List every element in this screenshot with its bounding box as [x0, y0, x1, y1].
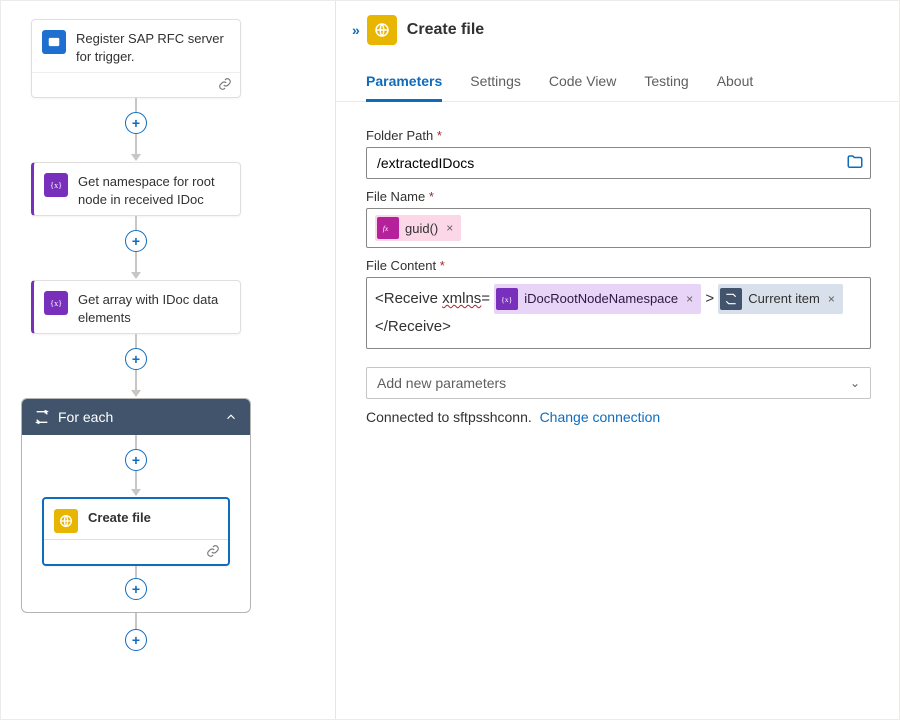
step-title: Create file [88, 509, 151, 527]
remove-token-icon[interactable]: × [444, 221, 455, 235]
link-icon [206, 544, 220, 558]
add-step-button[interactable]: + [125, 112, 147, 134]
svg-text:{x}: {x} [501, 295, 512, 304]
variable-icon: {x} [44, 173, 68, 197]
token-guid[interactable]: fx guid() × [375, 215, 461, 241]
remove-token-icon[interactable]: × [684, 286, 695, 312]
add-step-button[interactable]: + [125, 629, 147, 651]
folder-path-value[interactable] [375, 154, 862, 172]
xml-text: <Receive [375, 290, 442, 307]
tab-about[interactable]: About [717, 73, 754, 101]
tab-testing[interactable]: Testing [644, 73, 688, 101]
file-content-label: File Content * [366, 258, 871, 273]
tab-settings[interactable]: Settings [470, 73, 521, 101]
xml-text: xmlns [442, 290, 481, 307]
token-current-item[interactable]: Current item × [718, 284, 843, 314]
chevron-down-icon: ⌄ [850, 376, 860, 390]
file-name-input[interactable]: fx guid() × [366, 208, 871, 248]
file-content-input[interactable]: <Receive xmlns= {x} iDocRootNodeNamespac… [366, 277, 871, 349]
arrow-down-icon [131, 272, 141, 280]
details-panel: » Create file Parameters Settings Code V… [336, 1, 899, 719]
folder-path-label: Folder Path * [366, 128, 871, 143]
collapse-icon[interactable] [224, 410, 238, 424]
arrow-down-icon [131, 489, 141, 497]
step-get-namespace[interactable]: {x} Get namespace for root node in recei… [31, 162, 241, 216]
token-namespace[interactable]: {x} iDocRootNodeNamespace × [494, 284, 701, 314]
fx-icon: fx [377, 217, 399, 239]
panel-tabs: Parameters Settings Code View Testing Ab… [336, 53, 899, 102]
file-globe-icon [367, 15, 397, 45]
panel-title: Create file [407, 21, 484, 39]
variable-icon: {x} [496, 288, 518, 310]
loop-icon [720, 288, 742, 310]
foreach-title: For each [58, 409, 216, 425]
svg-text:fx: fx [383, 224, 389, 233]
add-parameters-dropdown[interactable]: Add new parameters ⌄ [366, 367, 871, 399]
sap-icon [42, 30, 66, 54]
file-name-label: File Name * [366, 189, 871, 204]
step-register-sap-rfc[interactable]: Register SAP RFC server for trigger. [31, 19, 241, 98]
folder-path-input[interactable] [366, 147, 871, 179]
variable-icon: {x} [44, 291, 68, 315]
xml-text: </Receive> [375, 318, 451, 335]
step-title: Register SAP RFC server for trigger. [76, 30, 230, 66]
connection-info: Connected to sftpsshconn. Change connect… [366, 409, 871, 425]
folder-picker-icon[interactable] [846, 153, 864, 171]
add-step-button[interactable]: + [125, 348, 147, 370]
step-foreach[interactable]: For each + Create file [21, 398, 251, 613]
add-step-button[interactable]: + [125, 230, 147, 252]
step-title: Get array with IDoc data elements [78, 291, 230, 327]
svg-text:{x}: {x} [50, 299, 62, 308]
change-connection-link[interactable]: Change connection [540, 409, 661, 425]
link-icon [218, 77, 232, 91]
step-title: Get namespace for root node in received … [78, 173, 230, 209]
arrow-down-icon [131, 154, 141, 162]
arrow-down-icon [131, 390, 141, 398]
svg-text:{x}: {x} [50, 181, 62, 190]
xml-text: = [481, 290, 490, 307]
step-create-file-selected[interactable]: Create file [42, 497, 230, 566]
step-get-array[interactable]: {x} Get array with IDoc data elements [31, 280, 241, 334]
collapse-panel-button[interactable]: » [352, 22, 357, 38]
remove-token-icon[interactable]: × [826, 286, 837, 312]
tab-codeview[interactable]: Code View [549, 73, 616, 101]
add-step-button[interactable]: + [125, 449, 147, 471]
xml-text: > [705, 290, 718, 307]
add-step-button[interactable]: + [125, 578, 147, 600]
loop-icon [34, 409, 50, 425]
file-globe-icon [54, 509, 78, 533]
tab-parameters[interactable]: Parameters [366, 73, 442, 102]
designer-canvas: Register SAP RFC server for trigger. + {… [1, 1, 336, 719]
